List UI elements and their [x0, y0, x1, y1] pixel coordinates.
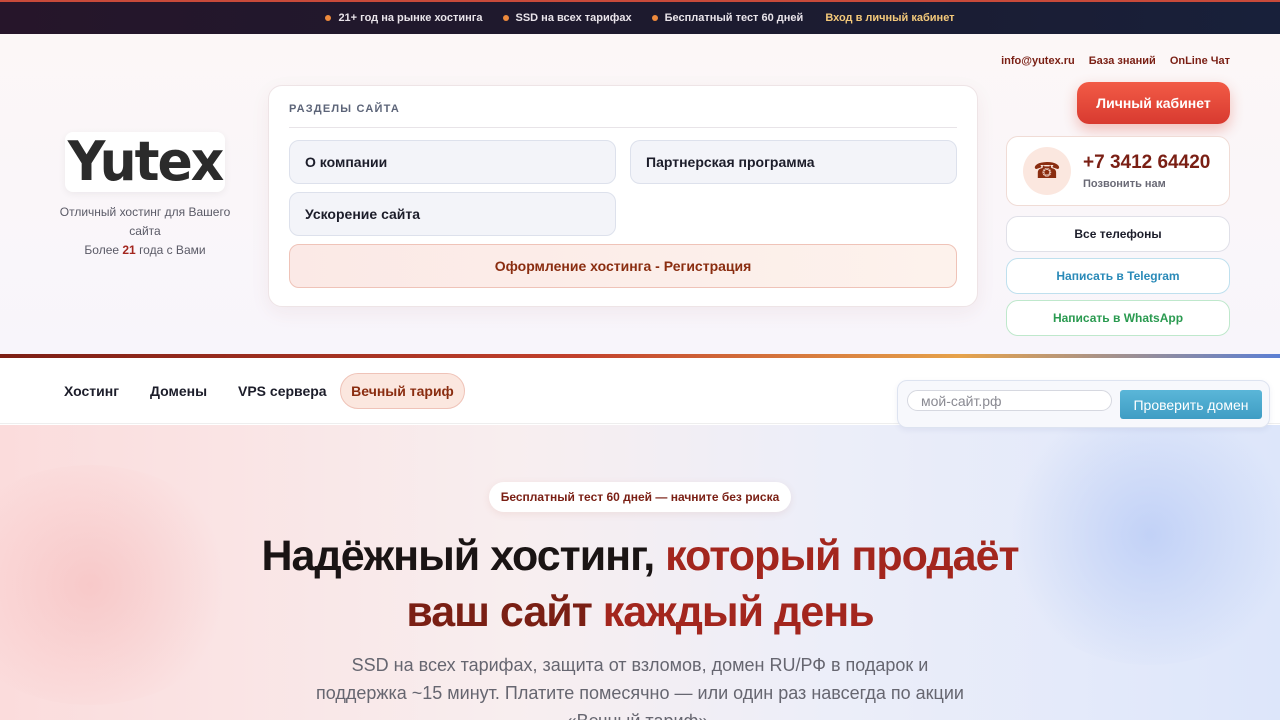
domain-check-form: Проверить домен — [897, 380, 1270, 428]
tagline-line2: Более 21 года с Вами — [50, 241, 240, 260]
hero-section: Бесплатный тест 60 дней — начните без ри… — [0, 425, 1280, 720]
phone-card[interactable]: ☎ +7 3412 64420 Позвонить нам — [1006, 136, 1230, 206]
bullet-icon — [325, 15, 332, 21]
knowledge-base-link[interactable]: База знаний — [1089, 55, 1156, 67]
hero-title-part4: каждый день — [602, 588, 875, 636]
online-chat-link[interactable]: OnLine Чат — [1170, 55, 1230, 67]
tagline-prefix: Более — [84, 243, 123, 257]
tagline-line1: Отличный хостинг для Вашего сайта — [59, 205, 231, 238]
hero-title-part3: ваш сайт — [406, 588, 603, 636]
top-bar: 21+ год на рынке хостинга SSD на всех та… — [0, 0, 1280, 34]
trial-badge: Бесплатный тест 60 дней — начните без ри… — [489, 482, 791, 512]
hero-title-part2: который продаёт — [665, 532, 1019, 580]
tagline-suffix: года с Вами — [135, 243, 206, 257]
topbar-item-ssd: SSD на всех тарифах — [502, 12, 632, 24]
bullet-icon — [502, 15, 509, 21]
hero-title: Надёжный хостинг, который продаёт ваш са… — [0, 528, 1280, 640]
section-speedup-button[interactable]: Ускорение сайта — [289, 192, 616, 236]
whatsapp-button[interactable]: Написать в WhatsApp — [1006, 300, 1230, 336]
phone-number: +7 3412 64420 — [1083, 152, 1211, 173]
section-partner-button[interactable]: Партнерская программа — [630, 140, 957, 184]
hero-title-line2: ваш сайт каждый день — [0, 584, 1280, 640]
login-link[interactable]: Вход в личный кабинет — [825, 12, 954, 24]
site-sections-panel: РАЗДЕЛЫ САЙТА О компании Партнерская про… — [268, 85, 978, 307]
header: Yutex Отличный хостинг для Вашего сайта … — [0, 34, 1280, 355]
nav-item-eternal-tariff[interactable]: Вечный тариф — [340, 373, 465, 409]
nav-item-domains[interactable]: Домены — [150, 358, 207, 424]
tagline-years: 21 — [122, 243, 136, 257]
tagline: Отличный хостинг для Вашего сайта Более … — [50, 203, 240, 260]
contact-links: info@yutex.ru База знаний OnLine Чат — [1001, 55, 1230, 67]
all-phones-button[interactable]: Все телефоны — [1006, 216, 1230, 252]
bullet-icon — [651, 15, 658, 21]
phone-icon: ☎ — [1023, 147, 1071, 195]
telegram-button[interactable]: Написать в Telegram — [1006, 258, 1230, 294]
topbar-text: 21+ год на рынке хостинга — [338, 12, 483, 24]
check-domain-button[interactable]: Проверить домен — [1120, 390, 1262, 419]
phone-subtitle: Позвонить нам — [1083, 178, 1166, 190]
sections-title: РАЗДЕЛЫ САЙТА — [289, 103, 401, 115]
divider — [289, 127, 957, 128]
topbar-item-trial: Бесплатный тест 60 дней — [651, 12, 804, 24]
cabinet-button[interactable]: Личный кабинет — [1077, 82, 1230, 124]
topbar-text: SSD на всех тарифах — [515, 12, 632, 24]
hero-description: SSD на всех тарифах, защита от взломов, … — [316, 655, 964, 720]
logo[interactable]: Yutex — [65, 130, 225, 194]
hero-title-line1: Надёжный хостинг, который продаёт — [0, 528, 1280, 584]
logo-text: Yutex — [67, 130, 225, 194]
topbar-text: Бесплатный тест 60 дней — [664, 12, 804, 24]
email-link[interactable]: info@yutex.ru — [1001, 55, 1075, 67]
domain-input[interactable] — [907, 390, 1112, 411]
nav-item-hosting[interactable]: Хостинг — [64, 358, 119, 424]
nav-item-vps[interactable]: VPS сервера — [238, 358, 327, 424]
topbar-item-years: 21+ год на рынке хостинга — [325, 12, 483, 24]
section-about-button[interactable]: О компании — [289, 140, 616, 184]
register-hosting-button[interactable]: Оформление хостинга - Регистрация — [289, 244, 957, 288]
hero-title-part1: Надёжный хостинг, — [261, 532, 666, 580]
